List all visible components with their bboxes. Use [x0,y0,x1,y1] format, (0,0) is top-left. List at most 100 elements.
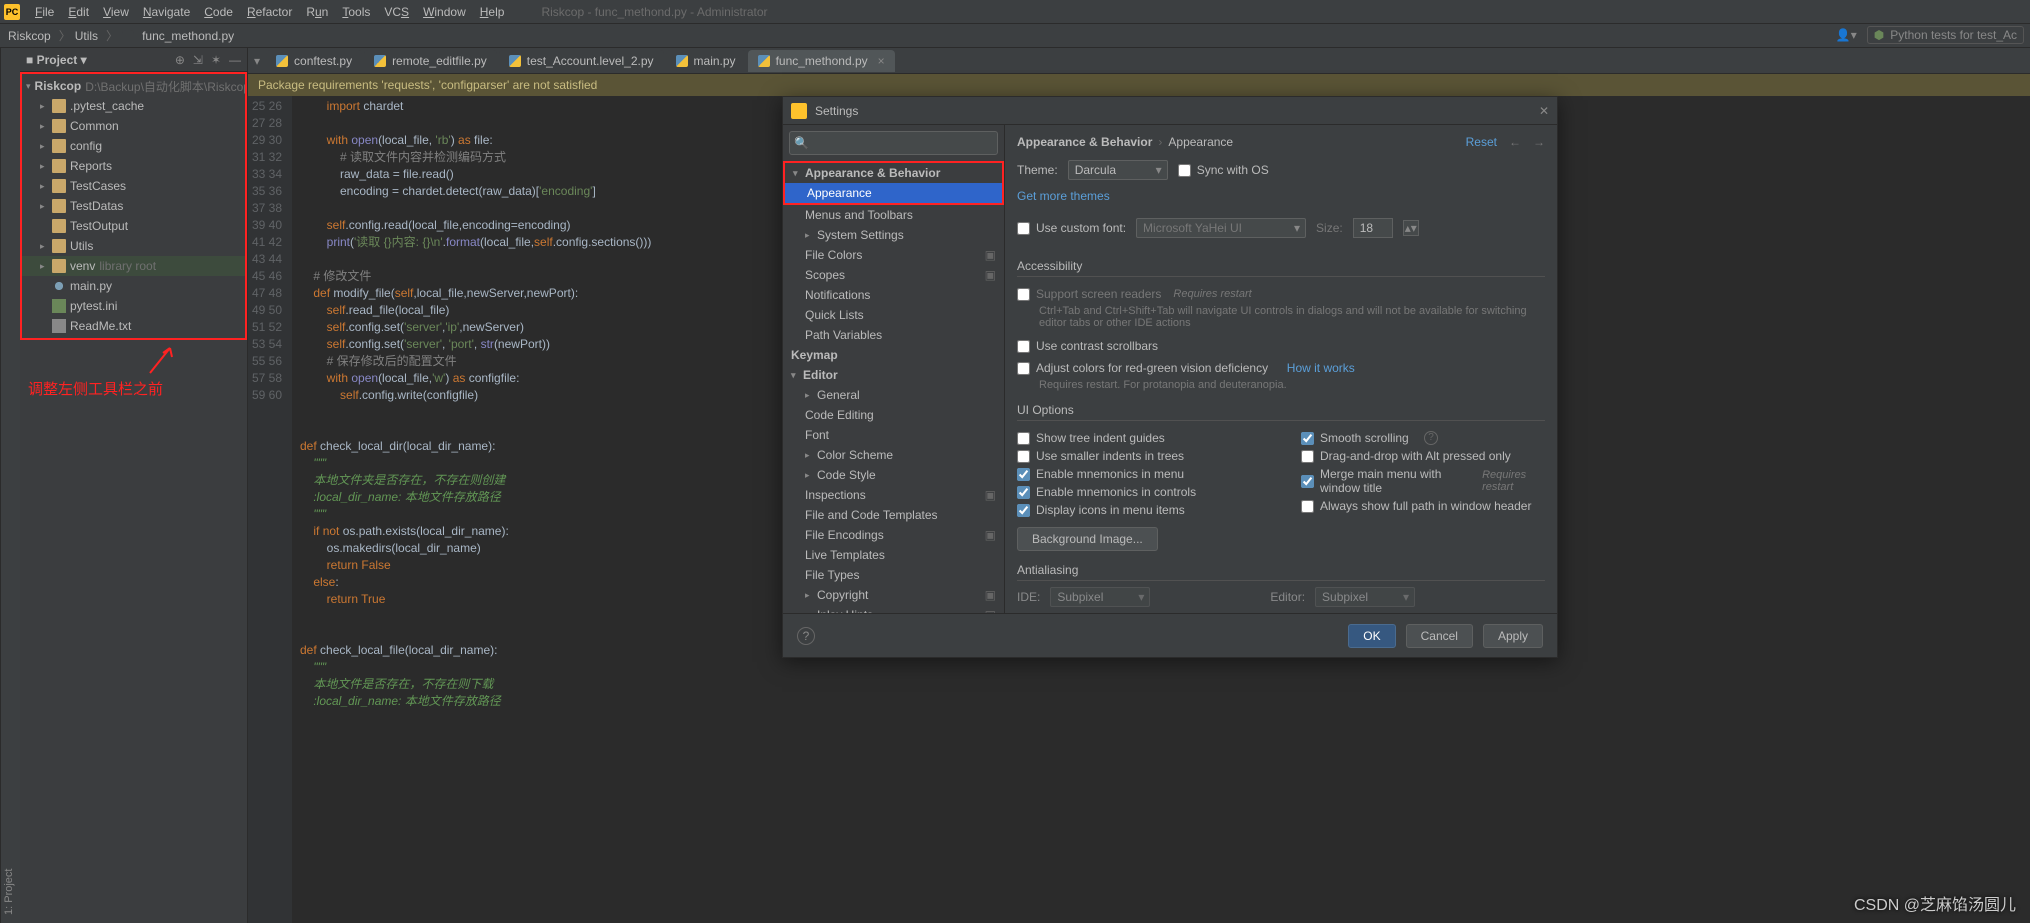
theme-selector[interactable]: Darcula [1068,160,1168,180]
tree-file[interactable]: ReadMe.txt [22,316,245,336]
expand-icon[interactable]: ⇲ [193,53,203,67]
tab-active[interactable]: func_methond.py× [748,50,895,72]
close-icon[interactable]: ✕ [1539,104,1549,118]
menu-file[interactable]: File [28,5,61,19]
sync-os-checkbox[interactable] [1178,164,1191,177]
ide-aa-selector[interactable]: Subpixel [1050,587,1150,607]
project-view-selector[interactable]: ■ Project ▾ [26,53,87,67]
cat-font[interactable]: Font [783,425,1004,445]
editor-aa-selector[interactable]: Subpixel [1315,587,1415,607]
menu-help[interactable]: Help [473,5,512,19]
tree-folder[interactable]: TestOutput [22,216,245,236]
cancel-button[interactable]: Cancel [1406,624,1473,648]
tree-indent-checkbox[interactable] [1017,432,1030,445]
tree-folder[interactable]: ▸Common [22,116,245,136]
font-size-spinner[interactable]: ▴▾ [1403,220,1419,236]
breadcrumb-root[interactable]: Riskcop [8,29,51,43]
contrast-scrollbars-checkbox[interactable] [1017,340,1030,353]
menu-navigate[interactable]: Navigate [136,5,197,19]
collapse-icon[interactable]: ✶ [211,53,221,67]
menu-vcs[interactable]: VCS [377,5,416,19]
cat-appearance-behavior[interactable]: ▾Appearance & Behavior [785,163,1002,183]
menu-tools[interactable]: Tools [335,5,377,19]
cat-notifications[interactable]: Notifications [783,285,1004,305]
tree-file[interactable]: requirements.txt [22,336,245,340]
cat-system[interactable]: ▸System Settings [783,225,1004,245]
cat-filecolors[interactable]: File Colors▣ [783,245,1004,265]
menu-edit[interactable]: Edit [61,5,96,19]
tab[interactable]: main.py [666,50,746,72]
cat-inlay[interactable]: ▸Inlay Hints▣ [783,605,1004,613]
font-selector[interactable]: Microsoft YaHei UI [1136,218,1306,238]
tree-venv[interactable]: ▸venvlibrary root [22,256,245,276]
tree-folder[interactable]: ▸Reports [22,156,245,176]
help-icon[interactable]: ? [797,627,815,645]
custom-font-checkbox[interactable] [1017,222,1030,235]
dnd-alt-checkbox[interactable] [1301,450,1314,463]
tab[interactable]: test_Account.level_2.py [499,50,664,72]
project-tool-tab[interactable]: 1: Project [0,48,20,923]
cat-keymap[interactable]: Keymap [783,345,1004,365]
tab[interactable]: conftest.py [266,50,362,72]
cat-editor[interactable]: ▾Editor [783,365,1004,385]
smaller-indent-checkbox[interactable] [1017,450,1030,463]
merge-menu-checkbox[interactable] [1301,475,1314,488]
back-icon[interactable]: ← [1509,135,1521,149]
get-themes-link[interactable]: Get more themes [1017,189,1545,203]
tabs-menu-icon[interactable]: ▾ [254,54,260,68]
ok-button[interactable]: OK [1348,624,1395,648]
adjust-colors-checkbox[interactable] [1017,362,1030,375]
forward-icon[interactable]: → [1533,135,1545,149]
cat-live[interactable]: Live Templates [783,545,1004,565]
cat-general[interactable]: ▸General [783,385,1004,405]
tree-root[interactable]: ▾RiskcopD:\Backup\自动化脚本\Riskcop [22,76,245,96]
cat-codestyle[interactable]: ▸Code Style [783,465,1004,485]
locate-icon[interactable]: ⊕ [175,53,185,67]
search-input[interactable] [789,131,998,155]
font-size-input[interactable] [1353,218,1393,238]
menu-view[interactable]: View [96,5,136,19]
smooth-scrolling-checkbox[interactable] [1301,432,1314,445]
cat-copyright[interactable]: ▸Copyright▣ [783,585,1004,605]
menu-run[interactable]: Run [299,5,335,19]
info-icon[interactable]: ? [1424,431,1438,445]
close-icon[interactable]: × [878,54,885,68]
tree-folder[interactable]: ▸TestDatas [22,196,245,216]
tree-folder[interactable]: ▸Utils [22,236,245,256]
fullpath-checkbox[interactable] [1301,500,1314,513]
how-it-works-link[interactable]: How it works [1287,361,1355,375]
cat-fact[interactable]: File and Code Templates [783,505,1004,525]
tree-file[interactable]: pytest.ini [22,296,245,316]
cat-enc[interactable]: File Encodings▣ [783,525,1004,545]
cat-menus[interactable]: Menus and Toolbars [783,205,1004,225]
tab[interactable]: remote_editfile.py [364,50,497,72]
user-icon[interactable]: 👤▾ [1836,28,1857,42]
tree-folder[interactable]: ▸config [22,136,245,156]
crumb-parent[interactable]: Appearance & Behavior [1017,135,1152,149]
background-image-button[interactable]: Background Image... [1017,527,1158,551]
run-config-selector[interactable]: ⬢ Python tests for test_Ac [1867,26,2024,44]
mnemonics-controls-checkbox[interactable] [1017,486,1030,499]
apply-button[interactable]: Apply [1483,624,1543,648]
tree-folder[interactable]: ▸TestCases [22,176,245,196]
cat-pathvars[interactable]: Path Variables [783,325,1004,345]
menu-refactor[interactable]: Refactor [240,5,299,19]
reset-link[interactable]: Reset [1466,135,1497,149]
menu-code[interactable]: Code [197,5,240,19]
breadcrumb-folder[interactable]: Utils [75,29,98,43]
mnemonics-menu-checkbox[interactable] [1017,468,1030,481]
display-icons-checkbox[interactable] [1017,504,1030,517]
cat-ft[interactable]: File Types [783,565,1004,585]
breadcrumb-file[interactable]: func_methond.py [142,29,234,43]
tree-folder[interactable]: ▸.pytest_cache [22,96,245,116]
screen-readers-checkbox[interactable] [1017,288,1030,301]
menu-window[interactable]: Window [416,5,473,19]
cat-scopes[interactable]: Scopes▣ [783,265,1004,285]
cat-appearance[interactable]: Appearance [785,183,1002,203]
settings-icon[interactable]: — [229,53,241,67]
cat-quicklists[interactable]: Quick Lists [783,305,1004,325]
tree-file[interactable]: main.py [22,276,245,296]
cat-codeediting[interactable]: Code Editing [783,405,1004,425]
cat-inspections[interactable]: Inspections▣ [783,485,1004,505]
cat-colorscheme[interactable]: ▸Color Scheme [783,445,1004,465]
